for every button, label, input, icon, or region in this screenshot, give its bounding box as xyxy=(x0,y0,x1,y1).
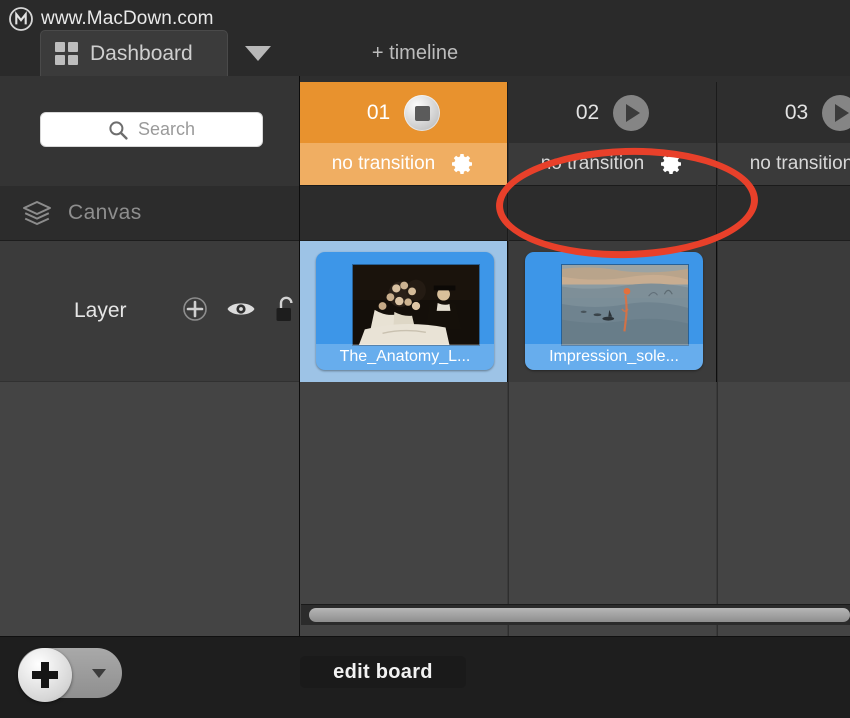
main-body: Canvas Layer Search 01 no transition The… xyxy=(0,76,850,636)
column-02-header: 02 no transition xyxy=(509,82,717,186)
column-03-number: 03 xyxy=(784,101,809,124)
brand-text: www.MacDown.com xyxy=(41,8,214,29)
search-icon xyxy=(109,120,128,140)
column-01-canvas-row xyxy=(300,186,508,241)
layer-row: Layer xyxy=(0,241,299,382)
brand: www.MacDown.com xyxy=(8,6,214,32)
column-01-empty-area xyxy=(300,382,508,636)
stop-button[interactable] xyxy=(404,95,441,131)
column-01-header-top: 01 xyxy=(300,82,507,144)
tab-dashboard-label: Dashboard xyxy=(90,41,193,65)
search-input[interactable]: Search xyxy=(40,112,263,147)
column-03-empty-area xyxy=(718,382,850,636)
timeline-track-area: 01 no transition The_Anatomy_L... 02 no … xyxy=(300,76,850,636)
thumbnail-the-anatomy-lesson xyxy=(352,264,480,346)
add-button[interactable] xyxy=(18,648,72,702)
left-panel-empty-area xyxy=(0,382,299,636)
column-01-layer-cell[interactable]: The_Anatomy_L... xyxy=(300,241,508,382)
add-button-group[interactable] xyxy=(18,648,122,702)
horizontal-scrollbar-thumb[interactable] xyxy=(309,608,850,622)
column-03-transition-label: no transition xyxy=(749,153,850,174)
timeline-column-02: 02 no transition Impression_sole... xyxy=(509,76,717,636)
canvas-row[interactable]: Canvas xyxy=(0,186,299,241)
column-02-header-top: 02 xyxy=(509,82,716,144)
horizontal-scrollbar[interactable] xyxy=(301,604,850,625)
timeline-dashboard-window: www.MacDown.com Dashboard + timeline Can… xyxy=(0,0,850,718)
media-tile-impression[interactable]: Impression_sole... xyxy=(525,252,703,370)
column-03-header-top: 03 xyxy=(718,82,850,144)
thumbnail-impression-sunrise xyxy=(561,264,689,346)
add-layer-icon[interactable] xyxy=(182,296,208,322)
macdown-circle-m-logo-icon xyxy=(9,7,33,31)
layer-tools xyxy=(182,295,298,323)
tab-dashboard[interactable]: Dashboard xyxy=(40,30,228,76)
column-01-transition-bar[interactable]: no transition xyxy=(300,143,507,185)
media-tile-anatomy[interactable]: The_Anatomy_L... xyxy=(316,252,494,370)
play-button[interactable] xyxy=(613,95,650,131)
edit-board-button[interactable]: edit board xyxy=(300,656,466,688)
plus-icon xyxy=(32,662,58,688)
column-02-empty-area xyxy=(509,382,717,636)
column-02-layer-cell[interactable]: Impression_sole... xyxy=(509,241,717,382)
column-01-number: 01 xyxy=(366,101,391,124)
tile-caption: Impression_sole... xyxy=(525,344,703,370)
column-02-number: 02 xyxy=(575,101,600,124)
column-02-transition-bar[interactable]: no transition xyxy=(509,143,716,185)
canvas-label: Canvas xyxy=(68,201,142,224)
gear-icon[interactable] xyxy=(660,152,684,176)
edit-board-label: edit board xyxy=(333,660,433,683)
left-panel: Canvas Layer xyxy=(0,76,300,636)
chevron-down-icon xyxy=(245,45,271,61)
unlock-padlock-icon[interactable] xyxy=(274,295,298,323)
layers-stack-icon xyxy=(23,201,51,225)
column-01-transition-label: no transition xyxy=(331,153,436,174)
layer-label: Layer xyxy=(74,299,127,322)
visibility-eye-icon[interactable] xyxy=(226,298,256,320)
caret-down-icon[interactable] xyxy=(92,669,106,678)
gear-icon[interactable] xyxy=(451,152,475,176)
column-02-canvas-row xyxy=(509,186,717,241)
timeline-column-01: 01 no transition The_Anatomy_L... xyxy=(300,76,508,636)
timeline-column-03: 03 no transition xyxy=(718,76,850,636)
column-02-transition-label: no transition xyxy=(540,153,645,174)
search-placeholder: Search xyxy=(137,119,196,139)
column-03-transition-bar[interactable]: no transition xyxy=(718,143,850,185)
column-03-header: 03 no transition xyxy=(718,82,850,186)
title-bar: www.MacDown.com Dashboard + timeline xyxy=(0,0,850,77)
tile-caption: The_Anatomy_L... xyxy=(316,344,494,370)
column-03-layer-cell[interactable] xyxy=(718,241,850,382)
tab-add-timeline-label: + timeline xyxy=(371,41,459,64)
tab-dropdown-button[interactable] xyxy=(232,30,284,76)
play-button[interactable] xyxy=(822,95,850,131)
column-01-header: 01 no transition xyxy=(300,82,508,186)
column-03-canvas-row xyxy=(718,186,850,241)
tab-add-timeline[interactable]: + timeline xyxy=(290,30,540,76)
grid-icon xyxy=(55,42,78,65)
